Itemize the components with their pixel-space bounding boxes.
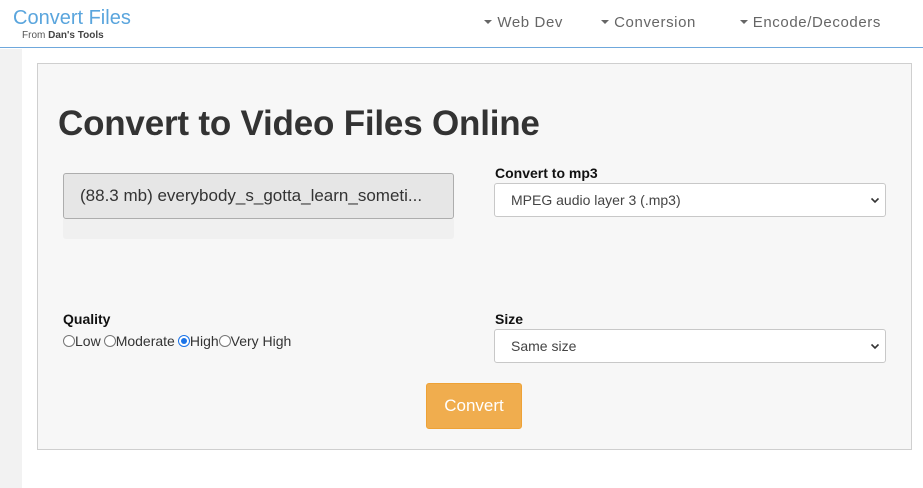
quality-option-label: Low: [75, 333, 101, 349]
file-select-button[interactable]: (88.3 mb) everybody_s_gotta_learn_someti…: [63, 173, 454, 219]
quality-option-low[interactable]: Low: [63, 333, 101, 349]
size-select[interactable]: Same size: [494, 329, 886, 363]
convert-button[interactable]: Convert: [426, 383, 522, 429]
radio-high[interactable]: [177, 335, 190, 347]
radio-moderate[interactable]: [103, 335, 116, 347]
format-select-value: MPEG audio layer 3 (.mp3): [511, 192, 681, 208]
brand-subtitle-prefix: From: [22, 30, 46, 41]
quality-option-moderate[interactable]: Moderate: [103, 333, 175, 349]
nav-conversion-label: Conversion: [614, 14, 696, 31]
brand-title[interactable]: Convert Files: [13, 6, 131, 30]
quality-option-very-high[interactable]: Very High: [218, 333, 292, 349]
page-title: Convert to Video Files Online: [58, 104, 540, 143]
brand-subtitle: From Dan's Tools: [22, 30, 131, 42]
convert-to-label: Convert to mp3: [495, 165, 598, 181]
nav-encode-decoders[interactable]: Encode/Decoders: [739, 14, 881, 31]
quality-radio-group: Low Moderate High Very High: [63, 333, 291, 351]
quality-option-label: High: [189, 333, 219, 349]
size-label: Size: [495, 311, 524, 327]
caret-down-icon: [484, 20, 493, 25]
nav-encode-decoders-label: Encode/Decoders: [752, 14, 881, 31]
quality-option-label: Moderate: [115, 333, 175, 349]
brand-logo[interactable]: Convert Files From Dan's Tools: [13, 6, 131, 42]
top-navbar: Convert Files From Dan's Tools Web Dev C…: [0, 0, 923, 48]
nav-web-dev[interactable]: Web Dev: [484, 14, 563, 31]
quality-label: Quality: [63, 311, 111, 327]
quality-option-high[interactable]: High: [177, 333, 219, 349]
left-rail: [0, 49, 22, 488]
size-select-value: Same size: [511, 338, 577, 354]
chevron-down-icon: [871, 343, 879, 350]
quality-option-label: Very High: [230, 333, 292, 349]
brand-subtitle-name: Dan's Tools: [48, 30, 104, 41]
nav-web-dev-label: Web Dev: [497, 14, 563, 31]
radio-low[interactable]: [63, 335, 75, 347]
radio-very-high[interactable]: [218, 335, 231, 347]
chevron-down-icon: [871, 197, 879, 204]
format-select[interactable]: MPEG audio layer 3 (.mp3): [494, 183, 886, 217]
caret-down-icon: [739, 20, 748, 25]
upload-progress-bar: [63, 219, 454, 239]
caret-down-icon: [601, 20, 610, 25]
converter-panel: Convert to Video Files Online (88.3 mb) …: [37, 63, 912, 450]
nav-conversion[interactable]: Conversion: [601, 14, 696, 31]
